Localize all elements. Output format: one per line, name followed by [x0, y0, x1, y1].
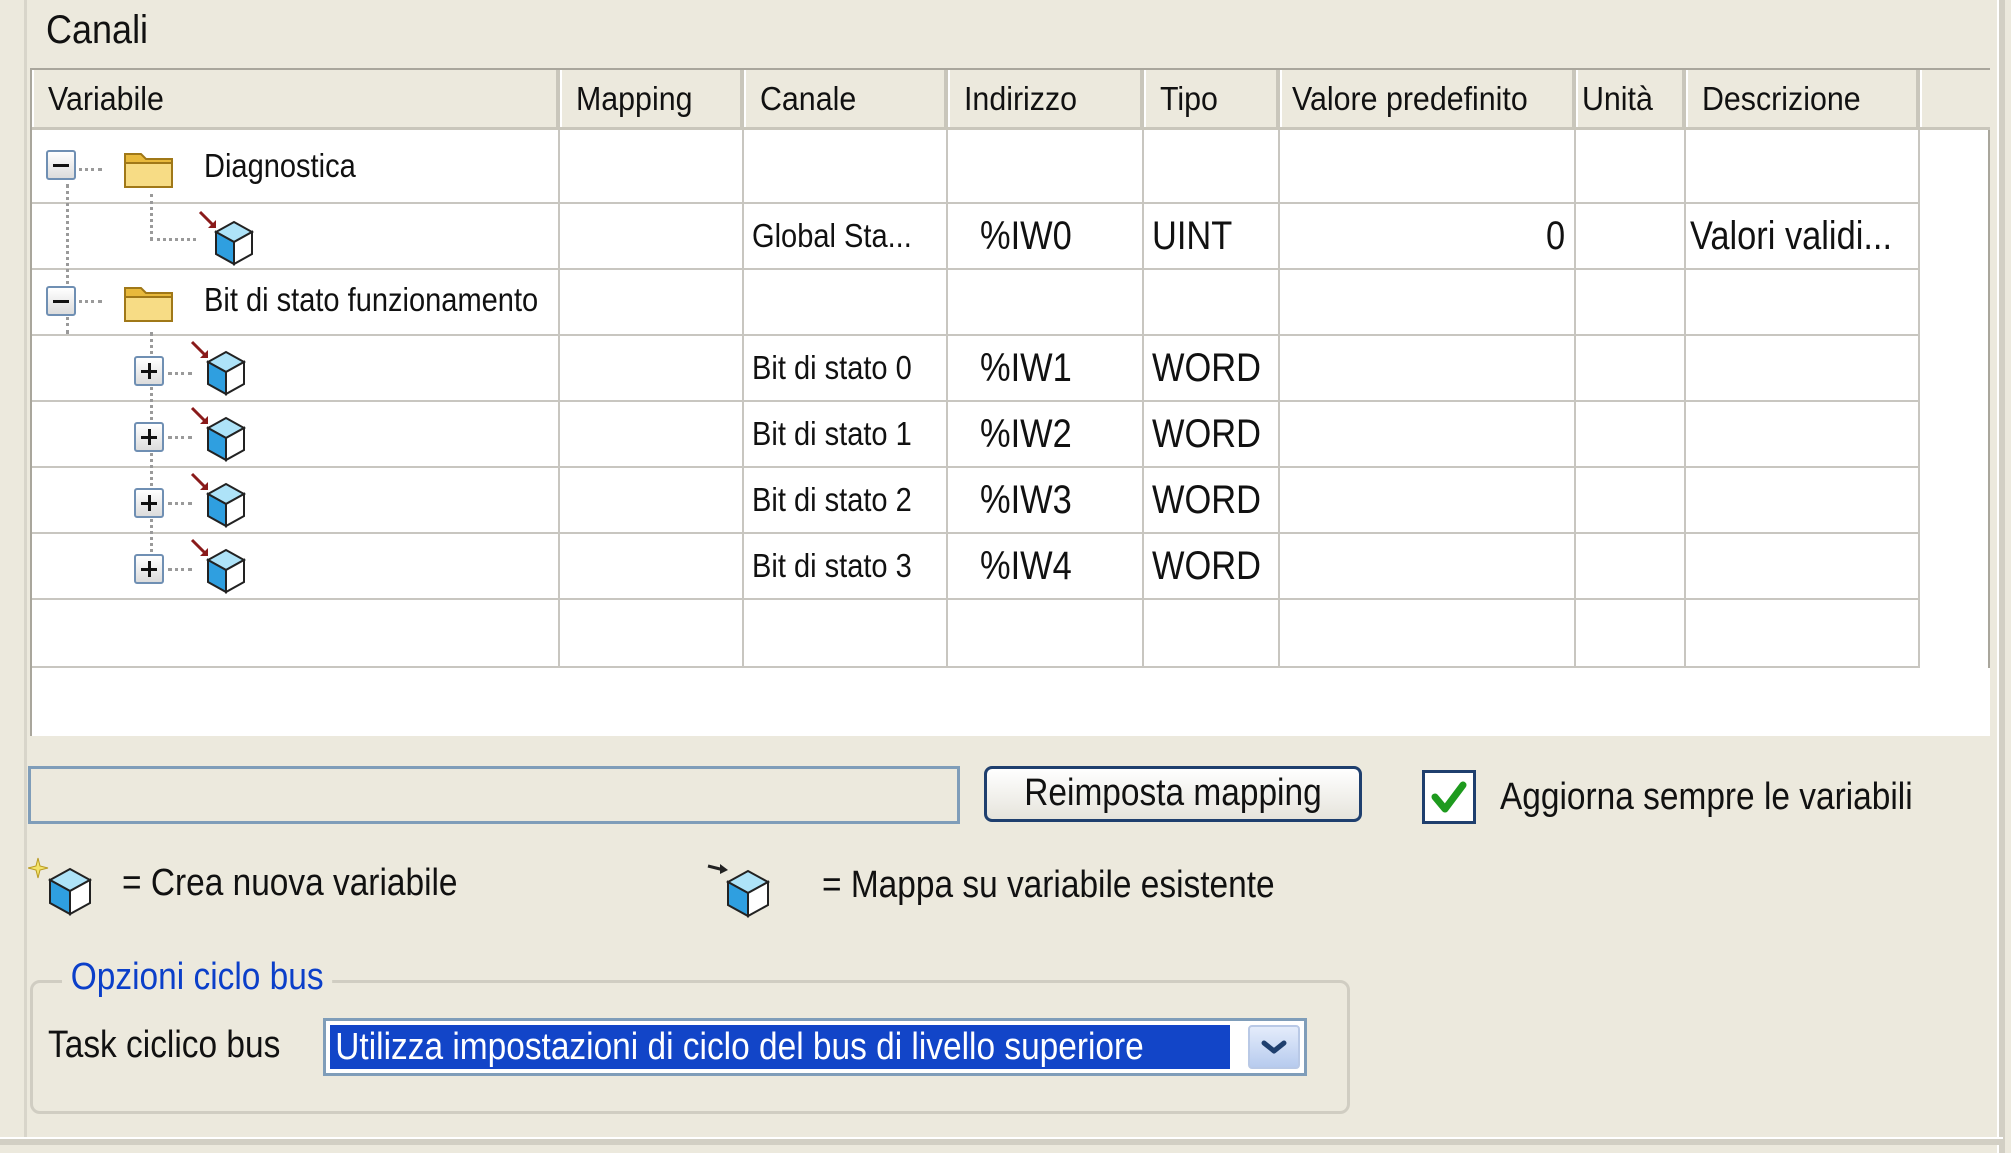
folder-icon: [124, 153, 173, 188]
cell-canale: Bit di stato 2: [752, 481, 912, 518]
cell-tipo: WORD: [1152, 346, 1261, 390]
collapse-icon[interactable]: [46, 286, 76, 316]
column-header-valore-predefinito[interactable]: Valore predefinito: [1280, 70, 1576, 127]
variable-name: Bit di stato funzionamento: [204, 281, 539, 318]
column-header-variabile[interactable]: Variabile: [32, 70, 560, 127]
cell-tipo: WORD: [1152, 544, 1261, 588]
column-header-canale[interactable]: Canale: [744, 70, 948, 127]
always-update-checkbox[interactable]: [1422, 770, 1476, 824]
grid-empty-area: [32, 668, 1990, 736]
reset-mapping-button[interactable]: Reimposta mapping: [984, 766, 1362, 822]
cell-tipo: UINT: [1152, 214, 1233, 258]
panel-bottom-border: [0, 1137, 2003, 1145]
io-mapping-panel: Canali Variabile Mapping Canale Indirizz…: [0, 0, 2011, 1153]
expand-icon[interactable]: [134, 422, 164, 452]
always-update-label[interactable]: Aggiorna sempre le variabili: [1500, 776, 1913, 819]
bus-options-title: Opzioni ciclo bus: [62, 956, 333, 999]
cell-valore-predefinito: 0: [1546, 214, 1566, 258]
table-row[interactable]: Bit di stato 1 %IW2 WORD: [32, 402, 1918, 466]
channels-grid: Variabile Mapping Canale Indirizzo Tipo …: [30, 68, 1990, 736]
cell-canale: Bit di stato 0: [752, 349, 912, 386]
expand-icon[interactable]: [134, 356, 164, 386]
dropdown-button[interactable]: [1248, 1025, 1300, 1069]
panel-left-border: [24, 0, 27, 1140]
collapse-icon[interactable]: [46, 150, 76, 180]
cell-tipo: WORD: [1152, 478, 1261, 522]
cell-indirizzo: %IW2: [980, 412, 1072, 456]
table-row[interactable]: Global Sta... %IW0 UINT 0 Valori validi.…: [32, 204, 1918, 268]
task-label: Task ciclico bus: [48, 1024, 281, 1066]
checkmark-icon: [1431, 781, 1467, 813]
cell-indirizzo: %IW1: [980, 346, 1072, 390]
cell-tipo: WORD: [1152, 412, 1261, 456]
folder-icon: [124, 287, 173, 322]
section-title: Canali: [46, 8, 149, 52]
cell-indirizzo: %IW3: [980, 478, 1072, 522]
column-header-filler: [1920, 70, 1990, 127]
expand-icon[interactable]: [134, 554, 164, 584]
map-existing-cube-icon: [190, 472, 247, 528]
expand-icon[interactable]: [134, 488, 164, 518]
variable-name: Diagnostica: [204, 147, 356, 184]
column-header-unita[interactable]: Unità: [1576, 70, 1686, 127]
mapping-text-field[interactable]: [28, 766, 960, 824]
map-existing-cube-icon: [190, 538, 247, 594]
bus-task-select[interactable]: Utilizza impostazioni di ciclo del bus d…: [323, 1018, 1307, 1076]
legend-new-variable: = Crea nuova variabile: [122, 862, 458, 904]
cell-canale: Global Sta...: [752, 217, 912, 254]
chevron-down-icon: [1261, 1040, 1287, 1054]
map-existing-cube-icon: [198, 210, 255, 266]
column-header-mapping[interactable]: Mapping: [560, 70, 744, 127]
cell-canale: Bit di stato 3: [752, 547, 912, 584]
map-existing-cube-icon: [707, 864, 771, 918]
new-variable-cube-icon: [28, 857, 93, 916]
legend-map-existing: = Mappa su variabile esistente: [822, 864, 1275, 906]
map-existing-cube-icon: [190, 340, 247, 396]
cell-descrizione: Valori validi...: [1690, 214, 1893, 258]
table-row[interactable]: Diagnostica: [32, 130, 1918, 202]
map-existing-cube-icon: [190, 406, 247, 462]
cell-indirizzo: %IW4: [980, 544, 1072, 588]
cell-indirizzo: %IW0: [980, 214, 1072, 258]
grid-vline: [1918, 130, 1920, 666]
column-header-descrizione[interactable]: Descrizione: [1686, 70, 1920, 127]
panel-right-border: [1997, 0, 2005, 1153]
grid-header: Variabile Mapping Canale Indirizzo Tipo …: [32, 70, 1990, 130]
table-row[interactable]: Bit di stato funzionamento: [32, 270, 1918, 334]
column-header-indirizzo[interactable]: Indirizzo: [948, 70, 1144, 127]
bus-task-selected-value: Utilizza impostazioni di ciclo del bus d…: [330, 1025, 1230, 1069]
grid-hline: [32, 598, 1920, 600]
table-row[interactable]: Bit di stato 2 %IW3 WORD: [32, 468, 1918, 532]
table-row[interactable]: Bit di stato 3 %IW4 WORD: [32, 534, 1918, 598]
table-row[interactable]: Bit di stato 0 %IW1 WORD: [32, 336, 1918, 400]
cell-canale: Bit di stato 1: [752, 415, 912, 452]
column-header-tipo[interactable]: Tipo: [1144, 70, 1280, 127]
